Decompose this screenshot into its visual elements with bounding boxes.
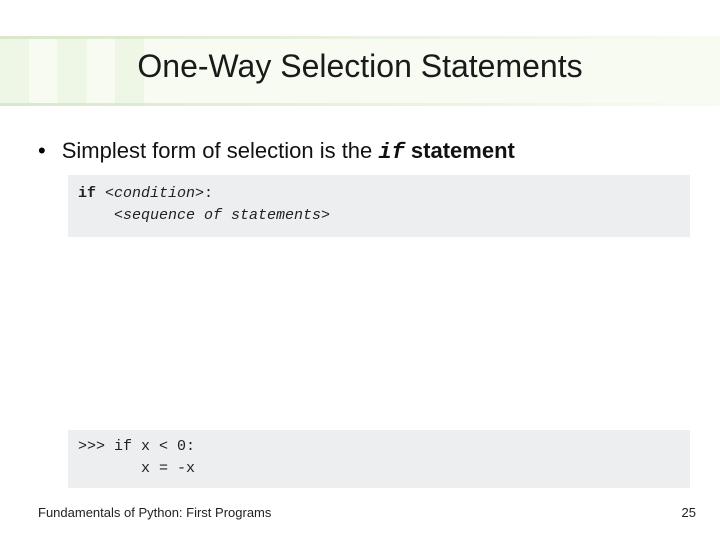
bullet-prefix: Simplest form of selection is the <box>62 138 379 163</box>
code-line-2: <sequence of statements> <box>78 205 680 227</box>
code-block-syntax: if <condition>: <sequence of statements> <box>68 175 690 237</box>
code-ex-line-2: x = -x <box>78 458 680 480</box>
bullet-suffix: statement <box>405 138 515 163</box>
code-ex-body: x = -x <box>141 460 195 477</box>
slide-footer: Fundamentals of Python: First Programs 2… <box>38 505 696 520</box>
code-kw-if: if <box>78 185 105 202</box>
bullet-text: Simplest form of selection is the if sta… <box>62 138 515 165</box>
slide-body: • Simplest form of selection is the if s… <box>38 138 690 237</box>
code-colon: : <box>204 185 213 202</box>
code-ex-line-1: >>> if x < 0: <box>78 436 680 458</box>
code-ph-condition: <condition> <box>105 185 204 202</box>
code-ph-sequence: <sequence of statements> <box>114 207 330 224</box>
code-prompt: >>> <box>78 438 114 455</box>
code-block-example: >>> if x < 0: x = -x <box>68 430 690 488</box>
footer-source: Fundamentals of Python: First Programs <box>38 505 271 520</box>
code-ex-rest: x < 0: <box>132 438 195 455</box>
footer-page-number: 25 <box>682 505 696 520</box>
code-ex-kw-if: if <box>114 438 132 455</box>
bullet-code-keyword: if <box>378 140 404 165</box>
slide-title: One-Way Selection Statements <box>0 48 720 85</box>
bullet-item: • Simplest form of selection is the if s… <box>38 138 690 165</box>
code-line-1: if <condition>: <box>78 183 680 205</box>
bullet-marker: • <box>38 140 46 162</box>
